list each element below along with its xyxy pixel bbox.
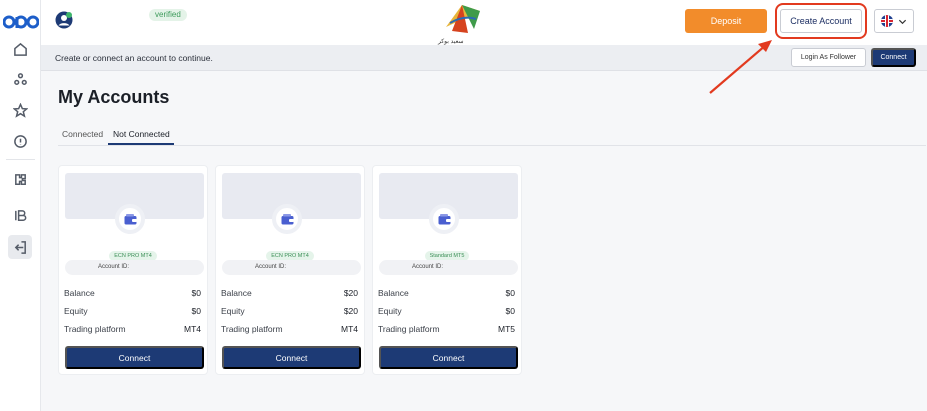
language-select[interactable] [874, 9, 914, 33]
highlight-annotation [775, 3, 867, 39]
active-tab-indicator [108, 143, 174, 145]
balance-label: Balance [64, 288, 95, 298]
balance-label: Balance [221, 288, 252, 298]
help-icon[interactable] [9, 130, 31, 152]
brand-logo [446, 5, 480, 33]
deposit-button[interactable]: Deposit [685, 9, 767, 33]
sidebar [0, 0, 41, 411]
star-icon[interactable] [9, 99, 31, 121]
balance-value: $20 [343, 288, 358, 298]
trading-platform-value: MT5 [498, 324, 515, 334]
equity-value: $0 [191, 306, 201, 316]
card-connect-button[interactable]: Connect [222, 346, 361, 369]
home-icon[interactable] [9, 38, 31, 60]
page-title: My Accounts [58, 87, 170, 107]
connect-button[interactable]: Connect [871, 48, 916, 67]
balance-value: $0 [505, 288, 515, 298]
info-bar: Create or connect an account to continue… [41, 45, 927, 71]
tabs-divider [58, 145, 926, 146]
equity-value: $20 [343, 306, 358, 316]
trading-platform-label: Trading platform [64, 324, 126, 334]
account-id-label: Account ID: [98, 264, 130, 270]
equity-label: Equity [64, 306, 88, 316]
login-as-follower-button[interactable]: Login As Follower [791, 48, 866, 67]
account-id-field: Account ID: [65, 260, 204, 275]
annotation-arrow [709, 40, 772, 94]
card-connect-button[interactable]: Connect [65, 346, 204, 369]
info-message: Create or connect an account to continue… [55, 53, 213, 63]
trading-platform-value: MT4 [184, 324, 201, 334]
brand-text: سعيد بوكر [438, 39, 464, 45]
wallet-icon [272, 204, 302, 234]
account-id-label: Account ID: [255, 264, 287, 270]
user-icon[interactable] [55, 11, 73, 29]
ib-icon[interactable] [9, 204, 31, 226]
wallet-icon [429, 204, 459, 234]
balance-label: Balance [378, 288, 409, 298]
account-card: Standard MT5 Account ID: Balance $0 Equi… [372, 165, 522, 375]
puzzle-icon[interactable] [9, 168, 31, 190]
trading-platform-label: Trading platform [221, 324, 283, 334]
card-connect-button[interactable]: Connect [379, 346, 518, 369]
balance-value: $0 [191, 288, 201, 298]
account-card: ECN PRO MT4 Account ID: Balance $20 Equi… [215, 165, 365, 375]
tab-connected[interactable]: Connected [62, 129, 103, 139]
trading-platform-label: Trading platform [378, 324, 440, 334]
top-header: verified سعيد بوكر Deposit Create Accoun… [41, 0, 927, 45]
sidebar-divider [6, 159, 35, 160]
chevron-down-icon [898, 19, 906, 24]
flag-uk-icon [881, 15, 894, 27]
account-id-field: Account ID: [379, 260, 518, 275]
users-icon[interactable] [9, 68, 31, 90]
equity-value: $0 [505, 306, 515, 316]
logout-icon[interactable] [8, 235, 32, 259]
equity-label: Equity [221, 306, 245, 316]
tab-not-connected[interactable]: Not Connected [113, 129, 170, 139]
app-logo[interactable] [3, 12, 39, 30]
account-id-field: Account ID: [222, 260, 361, 275]
verified-badge: verified [149, 9, 187, 21]
account-id-label: Account ID: [412, 264, 444, 270]
wallet-icon [115, 204, 145, 234]
account-card: ECN PRO MT4 Account ID: Balance $0 Equit… [58, 165, 208, 375]
trading-platform-value: MT4 [341, 324, 358, 334]
equity-label: Equity [378, 306, 402, 316]
